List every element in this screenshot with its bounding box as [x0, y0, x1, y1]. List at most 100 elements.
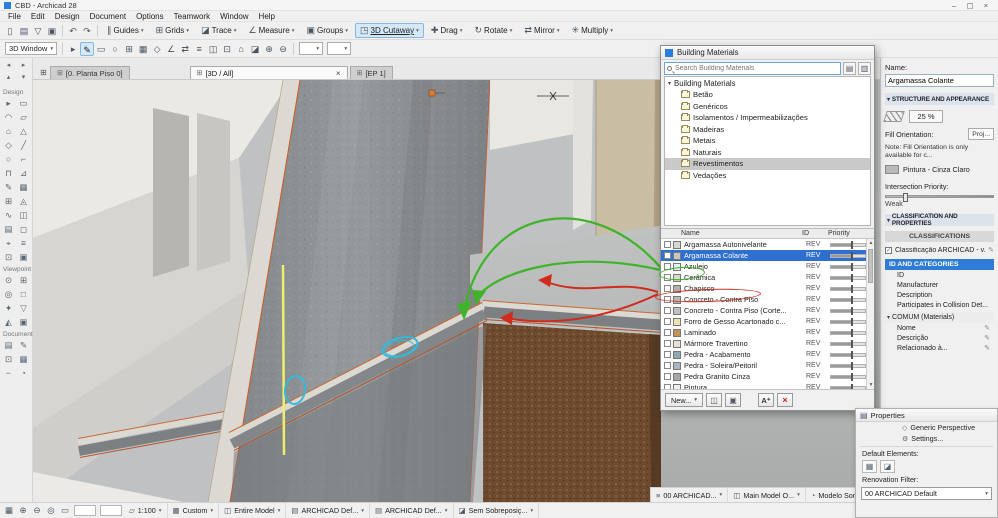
tree-folder-item[interactable]: Madeiras [665, 124, 870, 136]
renovation-filter-dropdown[interactable]: 00 ARCHICAD Default ▾ [861, 487, 992, 500]
quick-options-dropdown[interactable]: ◪ Sem Sobreposiç... ▾ [454, 502, 540, 518]
menu-item[interactable]: Options [131, 11, 169, 21]
material-checkbox-icon[interactable] [664, 263, 671, 270]
design-tool-icon[interactable]: ∿ [2, 209, 16, 222]
tab-close-icon[interactable]: × [336, 69, 341, 78]
quick-options-dropdown[interactable]: ▤ ARCHICAD Def... ▾ [286, 502, 370, 518]
properties-header[interactable]: ▤ Properties [856, 409, 997, 422]
design-tool-icon[interactable]: ≡ [17, 237, 31, 250]
list-view-icon[interactable]: ▤ [843, 61, 856, 75]
material-checkbox-icon[interactable] [664, 384, 671, 389]
menu-item[interactable]: Help [254, 11, 280, 21]
toolbar-button[interactable]: ⇄ Mirror ▾ [519, 23, 564, 38]
design-tool-icon[interactable]: ✎ [2, 181, 16, 194]
design-tool-icon[interactable]: ◻ [17, 223, 31, 236]
statusbar-icon[interactable]: ▭ [58, 505, 72, 516]
comum-group-header[interactable]: ▾ COMUM (Materials) [885, 312, 994, 323]
file-tool-icon[interactable]: ▯ [3, 24, 17, 38]
viewpoint-tool-icon[interactable]: ✦ [2, 302, 16, 315]
viewport-tab[interactable]: ⊞ [3D / All] × [189, 66, 348, 79]
maximize-icon[interactable]: ▢ [962, 0, 978, 11]
design-tool-icon[interactable]: ◬ [17, 195, 31, 208]
document-tool-icon[interactable]: ✎ [17, 339, 31, 352]
edit-icon[interactable]: ✎ [984, 324, 990, 332]
material-name-input[interactable] [885, 74, 994, 87]
priority-slider[interactable] [830, 328, 866, 337]
column-id[interactable]: ID [802, 230, 828, 237]
quick-options-dropdown[interactable]: ≡ 00 ARCHICAD... ▾ [651, 487, 729, 503]
viewpoint-tool-icon[interactable]: ◭ [2, 316, 16, 329]
material-row[interactable]: Azulejo REV [661, 261, 874, 272]
tool-icon[interactable]: ✎ [80, 41, 95, 56]
material-row[interactable]: Chapisco REV [661, 283, 874, 294]
material-row[interactable]: Cerâmica REV [661, 272, 874, 283]
priority-slider[interactable] [830, 361, 866, 370]
priority-slider[interactable] [830, 383, 866, 389]
priority-slider[interactable] [830, 295, 866, 304]
tool-icon[interactable]: ∠ [164, 42, 178, 56]
scroll-up-icon[interactable]: ▲ [867, 240, 874, 246]
statusbar-icon[interactable]: ▦ [2, 505, 16, 516]
statusbar-icon[interactable]: ⊕ [16, 505, 30, 516]
id-and-categories-header[interactable]: ID AND CATEGORIES [885, 259, 994, 270]
properties-row[interactable]: ◇ Generic Perspective [856, 422, 997, 433]
priority-slider[interactable] [830, 240, 866, 249]
tool-icon[interactable]: ◪ [248, 42, 262, 56]
viewpoint-tool-icon[interactable]: □ [17, 288, 31, 301]
quick-options-dropdown[interactable]: ▱ 1:100 ▾ [124, 502, 168, 518]
delete-button-icon[interactable]: × [777, 393, 794, 407]
tab-overview-icon[interactable]: ⊞ [37, 67, 50, 79]
surface-name[interactable]: Pintura - Cinza Claro [903, 165, 970, 174]
material-checkbox-icon[interactable] [664, 307, 671, 314]
material-checkbox-icon[interactable] [664, 329, 671, 336]
edit-icon[interactable]: ✎ [984, 344, 990, 352]
edit-icon[interactable]: ✎ [988, 246, 994, 254]
toolbar-button[interactable]: ◳ 3D Cutaway ▾ [354, 23, 424, 38]
toolbox-nav-icon[interactable]: ▾ [17, 72, 31, 83]
toolbox-section-viewpoint[interactable]: Viewpoint [0, 264, 32, 274]
design-tool-icon[interactable]: ▤ [2, 223, 16, 236]
properties-row[interactable]: ⚙ Settings... [856, 433, 997, 444]
quick-options-dropdown[interactable]: ▤ ARCHICAD Def... ▾ [370, 502, 454, 518]
material-row[interactable]: Concreto - Contra Piso (Corte... REV [661, 305, 874, 316]
minimize-icon[interactable]: – [946, 0, 962, 11]
statusbar-icon[interactable]: ◎ [44, 505, 58, 516]
statusbar-field[interactable] [100, 505, 122, 516]
design-tool-icon[interactable]: ◠ [2, 111, 16, 124]
section-classification-properties[interactable]: ▾ CLASSIFICATION AND PROPERTIES [885, 213, 994, 227]
material-row[interactable]: Pedra Granito Cinza REV [661, 371, 874, 382]
document-tool-icon[interactable]: ▤ [2, 339, 16, 352]
material-row[interactable]: Concreto - Contra Piso REV [661, 294, 874, 305]
design-tool-icon[interactable]: ▦ [17, 181, 31, 194]
scroll-down-icon[interactable]: ▼ [867, 382, 874, 388]
tool-icon[interactable]: ⊞ [122, 42, 136, 56]
classification-row[interactable]: ✓ Classificação ARCHICAD - v... ✎ [885, 244, 994, 256]
menu-item[interactable]: Window [215, 11, 253, 21]
toolbar-button[interactable]: ∠ Measure ▾ [244, 23, 300, 38]
rename-button[interactable]: A⁺ [758, 393, 775, 407]
document-tool-icon[interactable]: − [2, 367, 16, 380]
tree-folder-item[interactable]: Isolamentos / Impermeabilizações [665, 112, 870, 124]
tree-folder-item[interactable]: Revestimentos [665, 158, 870, 170]
design-tool-icon[interactable]: ◫ [17, 209, 31, 222]
palette-title-bar[interactable]: Building Materials [661, 46, 874, 60]
tool-icon[interactable]: ⇄ [178, 42, 192, 56]
toolbar-button[interactable]: ✚ Drag ▾ [426, 23, 468, 38]
design-tool-icon[interactable]: ⊓ [2, 167, 16, 180]
material-row[interactable]: Forro de Gesso Acartonado c... REV [661, 316, 874, 327]
design-tool-icon[interactable]: △ [17, 125, 31, 138]
checkbox-checked-icon[interactable]: ✓ [885, 246, 892, 254]
menu-item[interactable]: Document [85, 11, 131, 21]
tree-folder-item[interactable]: Genéricos [665, 101, 870, 113]
design-tool-icon[interactable]: ⌐ [17, 153, 31, 166]
tree-folder-item[interactable]: Metais [665, 135, 870, 147]
toolbox-nav-icon[interactable]: ▴ [2, 72, 16, 83]
file-tool-icon[interactable]: ▽ [31, 24, 45, 38]
menu-item[interactable]: Design [50, 11, 85, 21]
default-element-icon[interactable]: ▦ [862, 460, 877, 473]
column-name[interactable]: Name [661, 230, 802, 237]
design-tool-icon[interactable]: ╱ [17, 139, 31, 152]
design-tool-icon[interactable]: ⊿ [17, 167, 31, 180]
material-checkbox-icon[interactable] [664, 285, 671, 292]
tool-icon[interactable]: ▸ [66, 42, 80, 56]
